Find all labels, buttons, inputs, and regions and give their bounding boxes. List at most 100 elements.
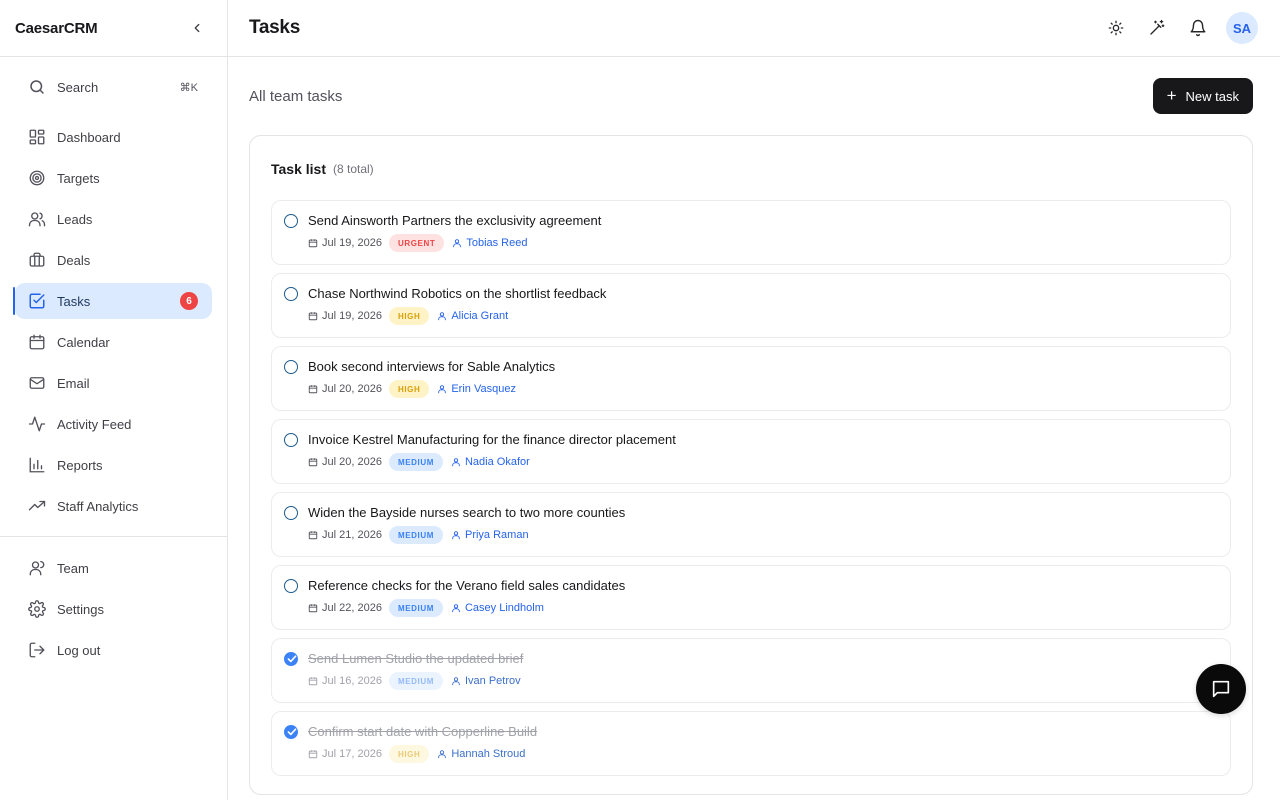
ai-assist-button[interactable] bbox=[1145, 16, 1169, 40]
calendar-icon bbox=[308, 458, 318, 467]
search-shortcut: ⌘K bbox=[179, 81, 198, 94]
calendar-icon bbox=[28, 333, 46, 351]
task-complete-checkbox[interactable] bbox=[284, 725, 298, 739]
target-icon bbox=[28, 169, 46, 187]
sidebar-item-label: Reports bbox=[57, 457, 103, 473]
sidebar-item-leads[interactable]: Leads bbox=[15, 201, 212, 237]
collapse-sidebar-button[interactable] bbox=[187, 18, 207, 38]
brand-name: CaesarCRM bbox=[15, 19, 98, 37]
priority-badge: URGENT bbox=[388, 234, 445, 252]
search-button[interactable]: Search ⌘K bbox=[15, 69, 212, 105]
task-item[interactable]: Invoice Kestrel Manufacturing for the fi… bbox=[271, 419, 1231, 484]
task-assignee[interactable]: Hannah Stroud bbox=[437, 748, 525, 760]
user-avatar[interactable]: SA bbox=[1226, 12, 1258, 44]
task-complete-checkbox[interactable] bbox=[284, 433, 298, 447]
task-due-date: Jul 21, 2026 bbox=[308, 529, 382, 541]
task-due-date: Jul 16, 2026 bbox=[308, 675, 382, 687]
task-assignee[interactable]: Nadia Okafor bbox=[451, 456, 530, 468]
due-date-text: Jul 21, 2026 bbox=[322, 529, 382, 541]
chat-button[interactable] bbox=[1196, 664, 1246, 714]
priority-badge: HIGH bbox=[388, 380, 430, 398]
sidebar-item-label: Leads bbox=[57, 211, 93, 227]
theme-toggle-button[interactable] bbox=[1104, 16, 1128, 40]
due-date-text: Jul 22, 2026 bbox=[322, 602, 382, 614]
notifications-button[interactable] bbox=[1186, 16, 1210, 40]
calendar-icon bbox=[308, 531, 318, 540]
task-complete-checkbox[interactable] bbox=[284, 579, 298, 593]
user-icon bbox=[453, 239, 462, 248]
assignee-name: Priya Raman bbox=[464, 529, 529, 541]
task-item[interactable]: Widen the Bayside nurses search to two m… bbox=[271, 492, 1231, 557]
calendar-icon bbox=[308, 312, 318, 321]
new-task-button[interactable]: + New task bbox=[1152, 78, 1253, 114]
task-title: Send Ainsworth Partners the exclusivity … bbox=[308, 213, 602, 228]
sidebar-item-staff-analytics[interactable]: Staff Analytics bbox=[15, 488, 212, 524]
sidebar-item-reports[interactable]: Reports bbox=[15, 447, 212, 483]
due-date-text: Jul 16, 2026 bbox=[322, 675, 382, 687]
task-title: Chase Northwind Robotics on the shortlis… bbox=[308, 286, 607, 301]
due-date-text: Jul 20, 2026 bbox=[322, 383, 382, 395]
task-item[interactable]: Send Lumen Studio the updated brief Jul 1… bbox=[271, 638, 1231, 703]
priority-badge: MEDIUM bbox=[388, 526, 443, 544]
dashboard-icon bbox=[28, 128, 46, 146]
task-complete-checkbox[interactable] bbox=[284, 506, 298, 520]
task-item[interactable]: Book second interviews for Sable Analyti… bbox=[271, 346, 1231, 411]
due-date-text: Jul 19, 2026 bbox=[322, 237, 382, 249]
sidebar-item-dashboard[interactable]: Dashboard bbox=[15, 119, 212, 155]
task-due-date: Jul 20, 2026 bbox=[308, 456, 382, 468]
sidebar-item-label: Settings bbox=[57, 601, 104, 617]
sidebar: CaesarCRM Search ⌘K Dashboard Targets Lead… bbox=[0, 0, 228, 800]
brand-bar: CaesarCRM bbox=[0, 0, 227, 57]
task-due-date: Jul 19, 2026 bbox=[308, 237, 382, 249]
sidebar-item-deals[interactable]: Deals bbox=[15, 242, 212, 278]
sidebar-item-activity-feed[interactable]: Activity Feed bbox=[15, 406, 212, 442]
task-assignee[interactable]: Ivan Petrov bbox=[451, 675, 521, 687]
sidebar-item-label: Team bbox=[57, 560, 89, 576]
task-item[interactable]: Send Ainsworth Partners the exclusivity … bbox=[271, 200, 1231, 265]
task-meta: Jul 16, 2026 MEDIUM Ivan Petrov bbox=[308, 672, 1230, 690]
trending-up-icon bbox=[28, 497, 46, 515]
task-assignee[interactable]: Priya Raman bbox=[451, 529, 529, 541]
user-icon bbox=[452, 531, 460, 540]
sidebar-divider bbox=[0, 536, 227, 537]
search-label: Search bbox=[57, 79, 99, 95]
sidebar-item-targets[interactable]: Targets bbox=[15, 160, 212, 196]
task-item[interactable]: Reference checks for the Verano field sa… bbox=[271, 565, 1231, 630]
task-assignee[interactable]: Tobias Reed bbox=[452, 237, 527, 249]
assignee-name: Ivan Petrov bbox=[464, 675, 521, 687]
sidebar-item-label: Staff Analytics bbox=[57, 498, 139, 514]
page-subtitle: All team tasks bbox=[249, 87, 343, 105]
task-title: Confirm start date with Copperline Build bbox=[308, 724, 538, 739]
sidebar-item-tasks[interactable]: Tasks 6 bbox=[13, 283, 212, 319]
task-due-date: Jul 20, 2026 bbox=[308, 383, 382, 395]
task-due-date: Jul 17, 2026 bbox=[308, 748, 382, 760]
sidebar-item-settings[interactable]: Settings bbox=[15, 591, 212, 627]
sidebar-item-label: Targets bbox=[57, 170, 100, 186]
user-icon bbox=[452, 458, 460, 467]
sun-icon bbox=[1108, 20, 1124, 36]
sidebar-item-calendar[interactable]: Calendar bbox=[15, 324, 212, 360]
task-assignee[interactable]: Alicia Grant bbox=[437, 310, 508, 322]
sidebar-item-email[interactable]: Email bbox=[15, 365, 212, 401]
sidebar-item-log-out[interactable]: Log out bbox=[15, 632, 212, 668]
user-icon bbox=[452, 604, 460, 613]
sidebar-item-team[interactable]: Team bbox=[15, 550, 212, 586]
task-complete-checkbox[interactable] bbox=[284, 287, 298, 301]
task-complete-checkbox[interactable] bbox=[284, 652, 298, 666]
task-complete-checkbox[interactable] bbox=[284, 360, 298, 374]
sub-header: All team tasks + New task bbox=[249, 57, 1253, 135]
task-item[interactable]: Chase Northwind Robotics on the shortlis… bbox=[271, 273, 1231, 338]
task-assignee[interactable]: Casey Lindholm bbox=[451, 602, 544, 614]
task-item[interactable]: Confirm start date with Copperline Build… bbox=[271, 711, 1231, 776]
page-title: Tasks bbox=[249, 17, 300, 38]
task-complete-checkbox[interactable] bbox=[284, 214, 298, 228]
user-icon bbox=[438, 750, 447, 759]
task-due-date: Jul 22, 2026 bbox=[308, 602, 382, 614]
sidebar-item-label: Calendar bbox=[57, 334, 110, 350]
task-title: Send Lumen Studio the updated brief bbox=[308, 651, 524, 666]
assignee-name: Nadia Okafor bbox=[464, 456, 530, 468]
task-list-title: Task list bbox=[271, 161, 326, 177]
user-icon bbox=[452, 677, 460, 686]
mail-icon bbox=[28, 374, 46, 392]
task-assignee[interactable]: Erin Vasquez bbox=[437, 383, 516, 395]
